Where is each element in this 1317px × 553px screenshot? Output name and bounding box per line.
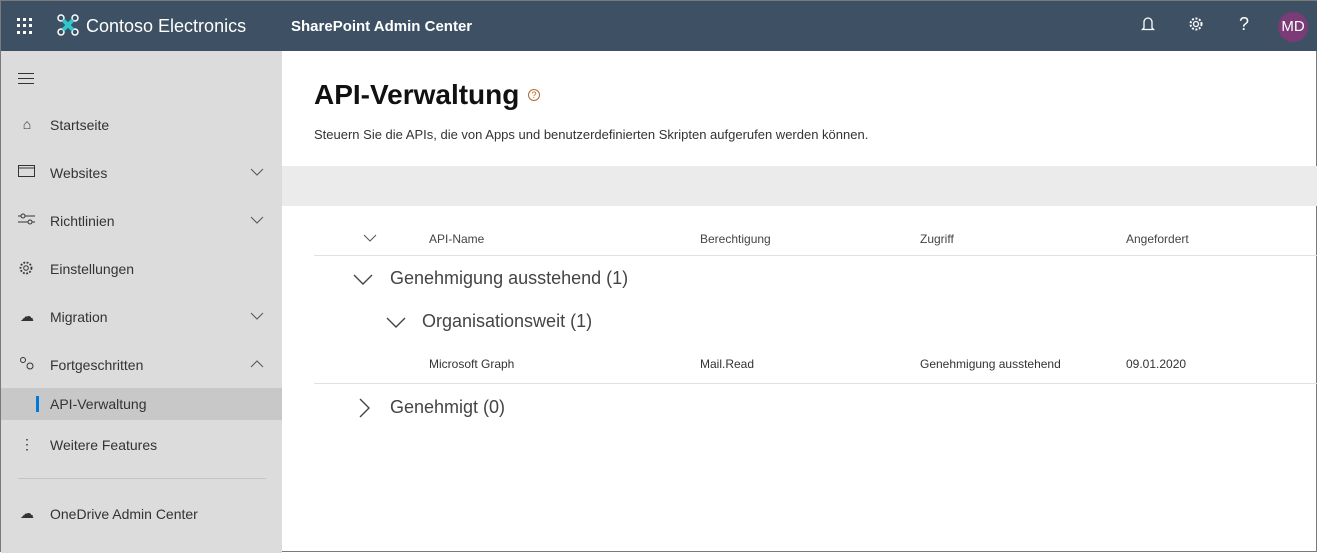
expand-all-chevron-icon[interactable] (363, 232, 377, 244)
command-bar (282, 166, 1317, 206)
group-collapse-chevron-icon[interactable] (353, 272, 373, 286)
settings-gear-icon[interactable] (1187, 15, 1205, 33)
browser-window-icon (18, 164, 36, 182)
chevron-down-icon[interactable] (250, 165, 264, 179)
sidebar-item-label: Startseite (50, 117, 110, 133)
top-bar: Contoso Electronics SharePoint Admin Cen… (1, 1, 1317, 51)
sidebar-item-label: Fortgeschritten (50, 357, 144, 373)
onedrive-cloud-icon: ☁ (20, 505, 34, 521)
sidebar-item-startseite[interactable]: ⌂ Startseite (1, 109, 282, 141)
cell-permission: Mail.Read (700, 357, 755, 371)
cell-access: Genehmigung ausstehend (920, 357, 1061, 371)
column-header-api-name[interactable]: API-Name (429, 232, 484, 246)
sidebar-item-richtlinien[interactable]: Richtlinien (1, 205, 282, 237)
sidebar-item-weitere-features[interactable]: ⋮ Weitere Features (1, 429, 282, 461)
app-name: SharePoint Admin Center (291, 18, 473, 35)
contoso-logo-icon (57, 14, 79, 36)
sidebar-item-einstellungen[interactable]: Einstellungen (1, 253, 282, 285)
column-header-zugriff[interactable]: Zugriff (920, 232, 954, 246)
avatar[interactable]: MD (1278, 12, 1308, 42)
sidebar-item-label: Websites (50, 165, 108, 181)
sidebar: ⌂ Startseite Websites Richtlinien Einstel… (1, 51, 282, 553)
selected-indicator (36, 396, 39, 412)
sidebar-item-api-verwaltung[interactable]: API-Verwaltung (1, 388, 282, 420)
subgroup-header-organization[interactable]: Organisationsweit (1) (422, 311, 592, 332)
page-title: API-Verwaltung (314, 79, 520, 110)
sidebar-item-websites[interactable]: Websites (1, 157, 282, 189)
cloud-upload-icon: ☁ (20, 308, 34, 324)
help-circle-icon[interactable]: ? (528, 89, 540, 101)
brand-name[interactable]: Contoso Electronics (86, 16, 246, 37)
group-header-pending[interactable]: Genehmigung ausstehend (1) (390, 268, 628, 289)
sidebar-item-migration[interactable]: ☁ Migration (1, 301, 282, 333)
cell-api-name: Microsoft Graph (429, 357, 515, 371)
sliders-icon (18, 212, 36, 230)
home-icon: ⌂ (22, 116, 32, 132)
cell-requested: 09.01.2020 (1126, 357, 1187, 371)
sidebar-item-label: Weitere Features (50, 437, 158, 453)
sidebar-item-onedrive-admin-center[interactable]: ☁ OneDrive Admin Center (1, 498, 282, 530)
sidebar-item-label: Migration (50, 309, 108, 325)
chevron-down-icon[interactable] (250, 309, 264, 323)
help-icon[interactable]: ? (1239, 14, 1249, 35)
app-launcher-icon[interactable] (17, 18, 33, 34)
row-divider (314, 383, 1317, 384)
more-vertical-icon: ⋮ (20, 436, 34, 452)
column-header-berechtigung[interactable]: Berechtigung (700, 232, 771, 246)
page-description: Steuern Sie die APIs, die von Apps und b… (314, 127, 869, 142)
chevron-down-icon[interactable] (250, 213, 264, 227)
main-content: API-Verwaltung ? Steuern Sie die APIs, d… (282, 51, 1317, 553)
gears-icon (18, 356, 36, 374)
subgroup-collapse-chevron-icon[interactable] (386, 315, 406, 329)
chevron-up-icon[interactable] (250, 357, 264, 371)
sidebar-item-label: OneDrive Admin Center (50, 506, 198, 522)
column-header-angefordert[interactable]: Angefordert (1126, 232, 1189, 246)
header-divider (314, 255, 1317, 256)
sidebar-item-label: Richtlinien (50, 213, 115, 229)
group-header-approved[interactable]: Genehmigt (0) (390, 397, 505, 418)
sidebar-divider (18, 478, 266, 479)
hamburger-menu-icon[interactable] (18, 73, 34, 88)
group-expand-chevron-icon[interactable] (357, 398, 371, 418)
gear-icon (18, 260, 36, 278)
notification-bell-icon[interactable] (1140, 15, 1156, 33)
sidebar-item-label: Einstellungen (50, 261, 135, 277)
sidebar-item-fortgeschritten[interactable]: Fortgeschritten (1, 349, 282, 381)
sidebar-item-label: API-Verwaltung (50, 396, 147, 412)
